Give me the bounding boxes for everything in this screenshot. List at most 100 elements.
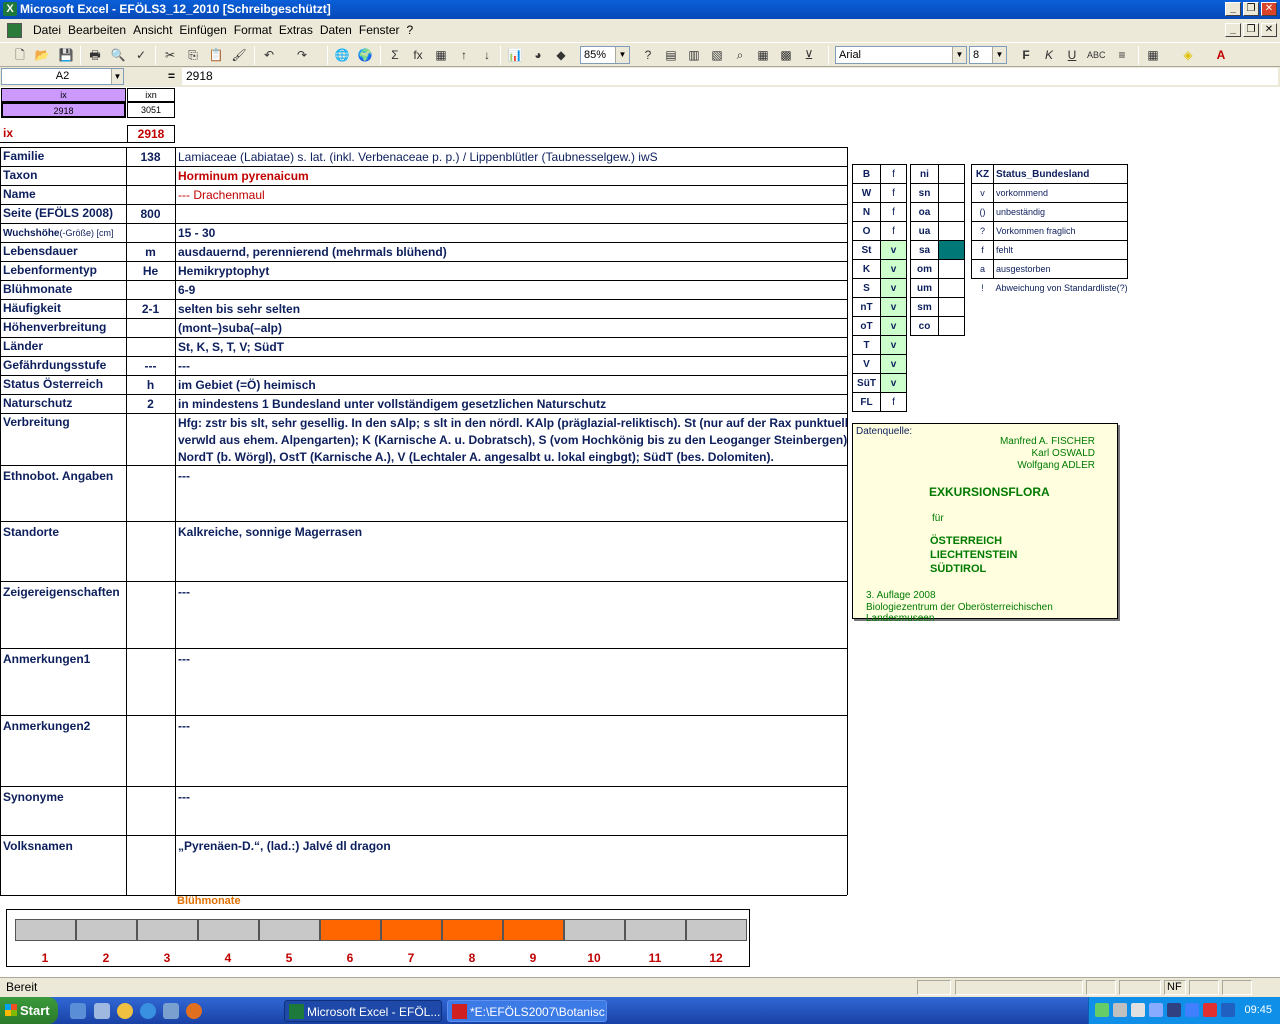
close-button[interactable]: ✕ bbox=[1261, 2, 1277, 16]
land-code[interactable]: nT bbox=[852, 297, 881, 317]
row-code[interactable] bbox=[126, 319, 175, 337]
row-code[interactable]: h bbox=[126, 376, 175, 394]
section-value[interactable]: --- bbox=[175, 585, 847, 599]
section-value[interactable]: --- bbox=[175, 719, 847, 733]
filter-icon[interactable]: ⊻ bbox=[801, 47, 817, 63]
region-value[interactable] bbox=[938, 259, 965, 279]
land-status[interactable]: v bbox=[880, 240, 907, 260]
row-code[interactable] bbox=[126, 224, 175, 242]
menu-item-6[interactable]: Daten bbox=[319, 19, 358, 42]
tray-network-icon[interactable] bbox=[1095, 1003, 1109, 1017]
quicklaunch-explorer-icon[interactable] bbox=[94, 1003, 110, 1019]
bold-icon[interactable]: F bbox=[1018, 47, 1034, 63]
hyperlink-icon[interactable]: 🌐 bbox=[334, 47, 350, 63]
region-value[interactable] bbox=[938, 240, 965, 260]
calc2-icon[interactable]: ▧ bbox=[709, 47, 725, 63]
formula-input[interactable]: 2918 bbox=[182, 68, 1278, 85]
row-code[interactable]: 800 bbox=[126, 205, 175, 223]
redo-icon[interactable]: ↷ bbox=[294, 47, 310, 63]
worksheet[interactable]: ix ixn 2918 3051 ix 2918 Familie 138 Lamia… bbox=[0, 87, 1280, 977]
row-value[interactable]: 6-9 bbox=[175, 281, 847, 299]
chevron-down-icon[interactable]: ▼ bbox=[111, 69, 123, 84]
cut-icon[interactable]: ✂ bbox=[162, 47, 178, 63]
row-value[interactable]: selten bis sehr selten bbox=[175, 300, 847, 318]
land-code[interactable]: oT bbox=[852, 316, 881, 336]
tray-shield-icon[interactable] bbox=[1167, 1003, 1181, 1017]
undo-icon[interactable]: ↶ bbox=[261, 47, 277, 63]
region-value[interactable] bbox=[938, 164, 965, 184]
row-code[interactable]: 2 bbox=[126, 395, 175, 413]
font-color-icon[interactable]: A bbox=[1213, 47, 1229, 63]
section-value[interactable]: „Pyrenäen-D.“, (lad.:) Jalvé dl dragon bbox=[175, 839, 847, 853]
format-painter-icon[interactable]: 🖌 bbox=[231, 47, 247, 63]
section-value[interactable]: --- bbox=[175, 469, 847, 483]
menu-item-1[interactable]: Bearbeiten bbox=[67, 19, 132, 42]
restore-button[interactable]: ❐ bbox=[1243, 2, 1259, 16]
minimize-button[interactable]: _ bbox=[1225, 2, 1241, 16]
region-value[interactable] bbox=[938, 297, 965, 317]
land-status[interactable]: f bbox=[880, 164, 907, 184]
doc-minimize-button[interactable]: _ bbox=[1225, 23, 1241, 37]
region-code[interactable]: ni bbox=[910, 164, 939, 184]
form-icon[interactable]: ▤ bbox=[663, 47, 679, 63]
row-value[interactable]: Lamiaceae (Labiatae) s. lat. (inkl. Verb… bbox=[175, 148, 847, 166]
find-icon[interactable]: ⌕ bbox=[732, 47, 748, 63]
name-box[interactable]: A2 ▼ bbox=[1, 68, 124, 85]
land-status[interactable]: v bbox=[880, 259, 907, 279]
row-value[interactable]: --- Drachenmaul bbox=[175, 186, 847, 204]
region-code[interactable]: sm bbox=[910, 297, 939, 317]
land-status[interactable]: f bbox=[880, 183, 907, 203]
save-icon[interactable]: 💾 bbox=[58, 47, 74, 63]
quicklaunch-ie-icon[interactable] bbox=[70, 1003, 86, 1019]
print-preview-icon[interactable]: 🔍 bbox=[110, 47, 126, 63]
region-code[interactable]: um bbox=[910, 278, 939, 298]
tray-info-icon[interactable] bbox=[1185, 1003, 1199, 1017]
align-icon[interactable]: ≡ bbox=[1114, 47, 1130, 63]
land-code[interactable]: S bbox=[852, 278, 881, 298]
menu-item-4[interactable]: Format bbox=[233, 19, 278, 42]
region-code[interactable]: oa bbox=[910, 202, 939, 222]
region-code[interactable]: sn bbox=[910, 183, 939, 203]
chevron-down-icon[interactable]: ▼ bbox=[992, 47, 1006, 63]
quicklaunch-firefox-icon[interactable] bbox=[186, 1003, 202, 1019]
row-value[interactable]: Horminum pyrenaicum bbox=[175, 167, 847, 185]
open-icon[interactable]: 📂 bbox=[34, 47, 50, 63]
ixn-value-cell[interactable]: 3051 bbox=[127, 102, 175, 118]
insert-chart-icon[interactable]: ▦ bbox=[433, 47, 449, 63]
land-code[interactable]: N bbox=[852, 202, 881, 222]
menu-item-3[interactable]: Einfügen bbox=[178, 19, 232, 42]
land-code[interactable]: O bbox=[852, 221, 881, 241]
ix-value[interactable]: 2918 bbox=[127, 125, 175, 143]
quicklaunch-outlook-icon[interactable] bbox=[163, 1003, 179, 1019]
land-status[interactable]: f bbox=[880, 221, 907, 241]
menu-item-2[interactable]: Ansicht bbox=[132, 19, 178, 42]
land-status[interactable]: f bbox=[880, 202, 907, 222]
zoom-select[interactable]: 85% ▼ bbox=[580, 46, 630, 64]
paste-icon[interactable]: 📋 bbox=[208, 47, 224, 63]
sort-desc-icon[interactable]: ↓ bbox=[479, 47, 495, 63]
chevron-down-icon[interactable]: ▼ bbox=[615, 47, 629, 63]
row-code[interactable]: --- bbox=[126, 357, 175, 375]
menu-item-7[interactable]: Fenster bbox=[358, 19, 406, 42]
region-code[interactable]: co bbox=[910, 316, 939, 336]
row-value[interactable]: in mindestens 1 Bundesland unter vollstä… bbox=[175, 395, 847, 413]
row-value[interactable]: ausdauernd, perennierend (mehrmals blühe… bbox=[175, 243, 847, 261]
quicklaunch-browser-icon[interactable] bbox=[140, 1003, 156, 1019]
section-value[interactable]: --- bbox=[175, 652, 847, 666]
menu-item-0[interactable]: Datei bbox=[32, 19, 67, 42]
font-size-select[interactable]: 8 ▼ bbox=[969, 46, 1007, 64]
land-code[interactable]: K bbox=[852, 259, 881, 279]
section-value[interactable]: Kalkreiche, sonnige Magerrasen bbox=[175, 525, 847, 539]
spellcheck-icon[interactable]: ✓ bbox=[133, 47, 149, 63]
row-value[interactable]: St, K, S, T, V; SüdT bbox=[175, 338, 847, 356]
region-value[interactable] bbox=[938, 278, 965, 298]
print-icon[interactable]: 🖶 bbox=[87, 47, 103, 63]
task-excel[interactable]: Microsoft Excel - EFÖL... bbox=[284, 1000, 442, 1022]
workbook-icon[interactable] bbox=[7, 23, 22, 38]
grid-icon[interactable]: ▦ bbox=[755, 47, 771, 63]
borders-icon[interactable]: ▦ bbox=[1145, 47, 1161, 63]
land-code[interactable]: V bbox=[852, 354, 881, 374]
land-code[interactable]: FL bbox=[852, 392, 881, 412]
region-value[interactable] bbox=[938, 221, 965, 241]
strikethrough-icon[interactable]: ABC bbox=[1087, 47, 1106, 63]
